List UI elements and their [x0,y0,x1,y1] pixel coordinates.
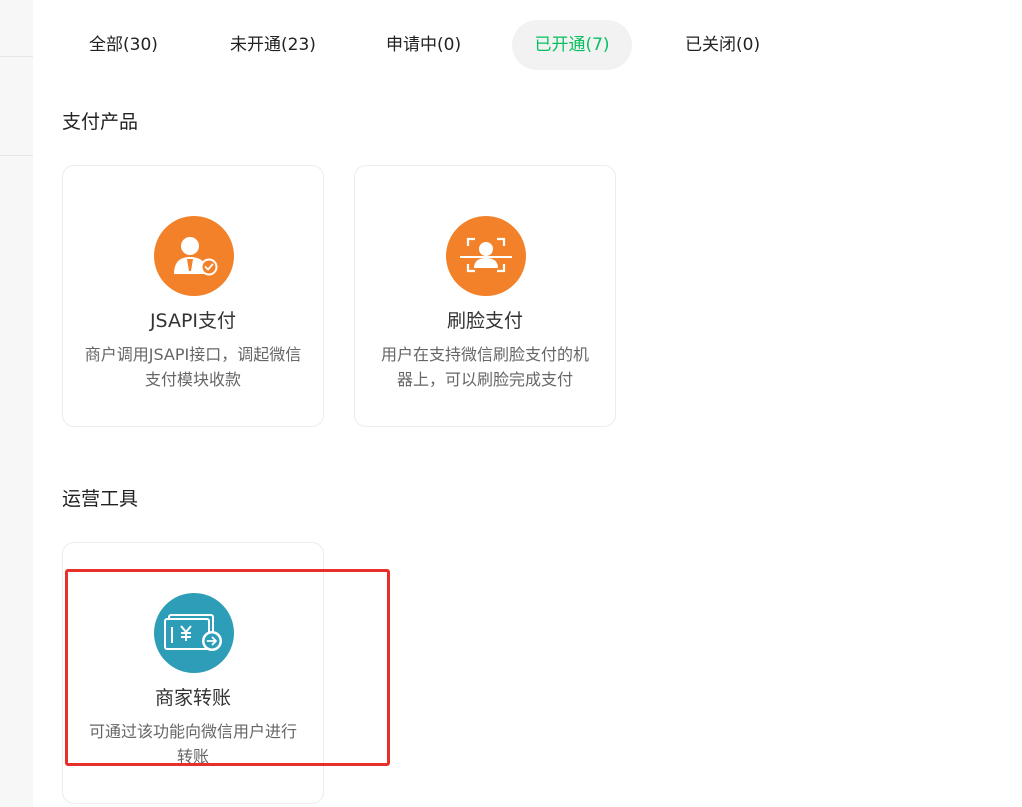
card-title: JSAPI支付 [149,310,237,332]
sidebar-divider [0,155,33,156]
user-check-icon [154,216,234,296]
section-title-payment: 支付产品 [62,111,139,133]
tab-opened[interactable]: 已开通(7) [512,20,632,70]
page: 全部(30) 未开通(23) 申请中(0) 已开通(7) 已关闭(0) 支付产品… [0,0,1022,807]
card-description: 商户调用JSAPI接口，调起微信支付模块收款 [84,345,302,389]
face-scan-icon [446,216,526,296]
sidebar-divider [0,56,33,57]
yuan-transfer-icon [154,593,234,673]
card-description: 用户在支持微信刷脸支付的机器上，可以刷脸完成支付 [380,345,589,389]
section-title-operations: 运营工具 [62,488,139,510]
card-title: 商家转账 [154,687,231,709]
product-card-face-pay[interactable]: 刷脸支付 用户在支持微信刷脸支付的机器上，可以刷脸完成支付 [354,165,616,427]
card-description: 可通过该功能向微信用户进行转账 [88,722,297,766]
product-card-merchant-transfer[interactable]: 商家转账 可通过该功能向微信用户进行转账 [62,542,324,804]
card-title: 刷脸支付 [446,310,523,332]
tab-all[interactable]: 全部(30) [89,20,199,70]
product-card-jsapi[interactable]: JSAPI支付 商户调用JSAPI接口，调起微信支付模块收款 [62,165,324,427]
tab-applying[interactable]: 申请中(0) [386,20,496,70]
tab-closed[interactable]: 已关闭(0) [685,20,795,70]
left-sidebar [0,0,33,807]
tab-not-opened[interactable]: 未开通(23) [230,20,350,70]
